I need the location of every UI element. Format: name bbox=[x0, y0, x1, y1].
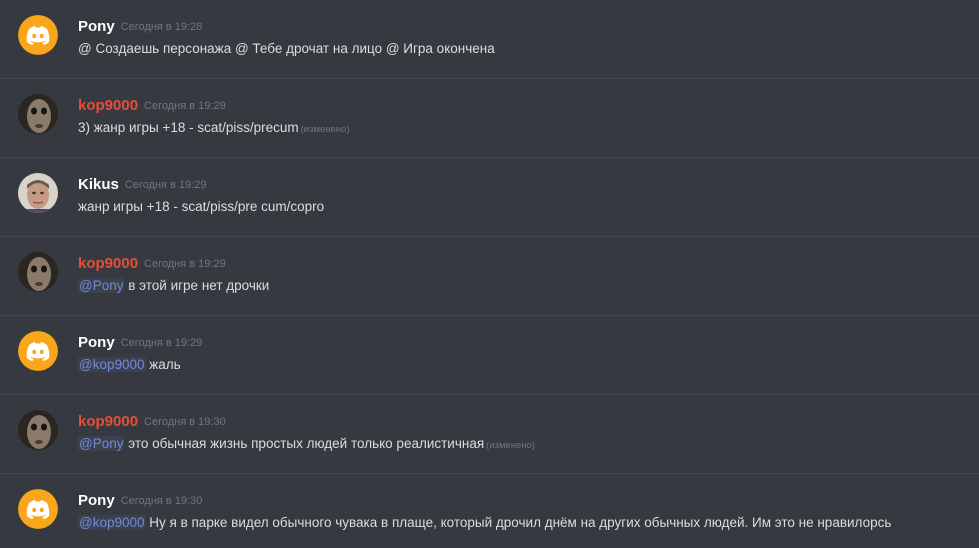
message-author[interactable]: kop9000 Сегодня в 19:29 bbox=[78, 255, 226, 273]
man-photo-avatar[interactable] bbox=[18, 173, 58, 213]
message-item: kop9000 Сегодня в 19:30 @Pony это обычная… bbox=[0, 395, 979, 474]
message-author[interactable]: Pony Сегодня в 19:30 bbox=[78, 492, 202, 510]
message-content: 3) жанр игры +18 - scat/piss/precum (изме… bbox=[78, 119, 350, 139]
message-timestamp: Сегодня в 19:29 bbox=[144, 258, 226, 270]
message-author[interactable]: kop9000 Сегодня в 19:29 bbox=[78, 97, 226, 115]
message-text: в этой игре нет дрочки bbox=[124, 278, 270, 293]
edited-label: (изменено) bbox=[486, 440, 536, 451]
message-author[interactable]: Pony Сегодня в 19:28 bbox=[78, 18, 202, 36]
message-author[interactable]: kop9000 Сегодня в 19:30 bbox=[78, 413, 226, 431]
message-item: Pony Сегодня в 19:29 @kop9000 жаль bbox=[0, 316, 979, 395]
message-content: @Pony в этой игре нет дрочки bbox=[78, 277, 269, 295]
chat-messages: Pony Сегодня в 19:28 @ Создаешь персонажа… bbox=[0, 0, 979, 548]
message-item: kop9000 Сегодня в 19:29 @Pony в этой игре… bbox=[0, 237, 979, 316]
author-name[interactable]: Kikus bbox=[78, 176, 119, 193]
message-content: @kop9000 Ну я в парке видел обычного чув… bbox=[78, 514, 891, 532]
message-content: @Pony это обычная жизнь простых людей то… bbox=[78, 435, 535, 455]
discord-logo-icon[interactable] bbox=[18, 331, 58, 371]
message-item: Pony Сегодня в 19:30 @kop9000 Ну я в парк… bbox=[0, 474, 979, 548]
author-name[interactable]: kop9000 bbox=[78, 255, 138, 272]
user-mention[interactable]: @Pony bbox=[78, 278, 125, 293]
message-item: Pony Сегодня в 19:28 @ Создаешь персонажа… bbox=[0, 0, 979, 79]
message-content: @kop9000 жаль bbox=[78, 356, 181, 374]
message-text: жаль bbox=[145, 357, 181, 372]
message-timestamp: Сегодня в 19:29 bbox=[124, 179, 207, 191]
message-timestamp: Сегодня в 19:29 bbox=[120, 337, 203, 349]
user-mention[interactable]: @kop9000 bbox=[78, 515, 146, 530]
message-text: @ Создаешь персонажа @ Тебе дрочат на ли… bbox=[78, 41, 495, 56]
message-text: Ну я в парке видел обычного чувака в пла… bbox=[145, 515, 892, 530]
message-text: это обычная жизнь простых людей только р… bbox=[124, 436, 485, 451]
user-mention[interactable]: @kop9000 bbox=[78, 357, 146, 372]
discord-logo-icon[interactable] bbox=[18, 489, 58, 529]
message-text: 3) жанр игры +18 - scat/piss/precum bbox=[78, 120, 299, 135]
message-timestamp: Сегодня в 19:29 bbox=[144, 100, 226, 112]
message-content: @ Создаешь персонажа @ Тебе дрочат на ли… bbox=[78, 40, 495, 58]
discord-logo-icon[interactable] bbox=[18, 15, 58, 55]
message-author[interactable]: Kikus Сегодня в 19:29 bbox=[78, 176, 207, 194]
author-name[interactable]: Pony bbox=[78, 492, 115, 509]
message-timestamp: Сегодня в 19:30 bbox=[120, 495, 203, 507]
face-photo-avatar[interactable] bbox=[18, 410, 58, 450]
user-mention[interactable]: @Pony bbox=[78, 436, 125, 451]
message-item: kop9000 Сегодня в 19:29 3) жанр игры +18 … bbox=[0, 79, 979, 158]
edited-label: (изменено) bbox=[300, 124, 350, 135]
message-timestamp: Сегодня в 19:28 bbox=[120, 21, 203, 33]
message-author[interactable]: Pony Сегодня в 19:29 bbox=[78, 334, 202, 352]
author-name[interactable]: kop9000 bbox=[78, 97, 138, 114]
message-item: Kikus Сегодня в 19:29 жанр игры +18 - sca… bbox=[0, 158, 979, 237]
message-timestamp: Сегодня в 19:30 bbox=[144, 416, 226, 428]
message-content: жанр игры +18 - scat/piss/pre cum/copro bbox=[78, 198, 324, 216]
author-name[interactable]: kop9000 bbox=[78, 413, 138, 430]
author-name[interactable]: Pony bbox=[78, 334, 115, 351]
message-text: жанр игры +18 - scat/piss/pre cum/copro bbox=[78, 199, 325, 214]
author-name[interactable]: Pony bbox=[78, 18, 115, 35]
face-photo-avatar[interactable] bbox=[18, 94, 58, 134]
face-photo-avatar[interactable] bbox=[18, 252, 58, 292]
